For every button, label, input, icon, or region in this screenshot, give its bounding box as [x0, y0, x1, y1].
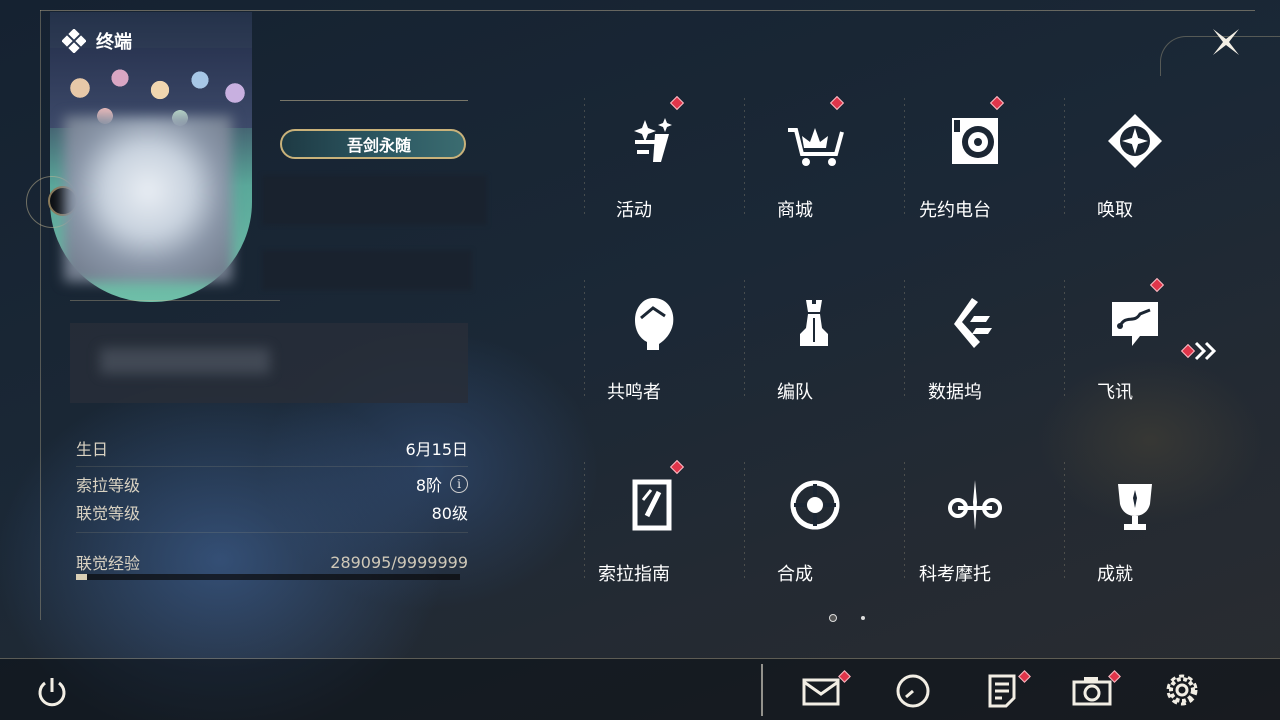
frame-left-line: [40, 10, 41, 620]
clock-button[interactable]: [893, 670, 933, 710]
power-icon[interactable]: [34, 674, 70, 710]
stat-divider: [76, 532, 468, 533]
settings-button[interactable]: [1162, 670, 1202, 710]
menu-item-activity[interactable]: 活动: [585, 94, 745, 244]
camera-icon: [1072, 677, 1112, 706]
notes-button[interactable]: [982, 670, 1031, 710]
menu-label: 数据坞: [928, 382, 982, 403]
frame-bottom-line: [0, 658, 1280, 659]
notification-badge: [669, 95, 685, 111]
stat-label: 生日: [76, 440, 109, 459]
stat-value: 8阶 i: [416, 472, 468, 496]
union-level-value: 80级: [431, 504, 468, 523]
clock-icon: [896, 674, 930, 708]
menu-label: 先约电台: [919, 200, 991, 221]
stat-birthday: 生日 6月15日: [76, 436, 468, 460]
menu-label: 商城: [777, 200, 813, 221]
menu-label: 编队: [777, 382, 813, 403]
menu-item-summon[interactable]: 唤取: [1066, 94, 1226, 244]
notes-icon: [988, 674, 1016, 708]
page-indicator-active[interactable]: [829, 614, 837, 622]
double-chevron-right-icon: [1194, 341, 1217, 361]
data-bank-icon: [954, 298, 992, 348]
signature-redacted: [100, 348, 270, 374]
menu-item-shop[interactable]: 商城: [746, 94, 906, 244]
birthday-value: 6月15日: [405, 440, 468, 459]
menu-item-databank[interactable]: 数据坞: [906, 276, 1066, 426]
menu-label: 活动: [616, 200, 652, 221]
menu-label: 合成: [777, 564, 813, 585]
page-indicator[interactable]: [861, 616, 865, 620]
union-exp-value: 289095/9999999: [330, 552, 468, 572]
bottom-separator: [761, 664, 763, 716]
menu-item-guide[interactable]: 索拉指南: [585, 458, 745, 608]
terminal-header: 终端: [62, 28, 132, 54]
frame-top-line: [40, 10, 1255, 11]
stat-value: 6月15日: [405, 436, 468, 460]
resonator-icon: [635, 298, 674, 350]
guide-book-icon: [632, 479, 672, 531]
player-name-redacted: [262, 175, 487, 225]
summon-compass-icon: [1108, 114, 1162, 168]
profile-divider: [70, 300, 280, 301]
notification-badge: [669, 459, 685, 475]
menu-label: 唤取: [1097, 200, 1133, 221]
team-chess-icon: [800, 300, 828, 346]
menu-item-radio[interactable]: 先约电台: [906, 94, 1066, 244]
stat-union-exp: 联觉经验 289095/9999999: [76, 550, 468, 574]
stat-value: 80级: [432, 500, 468, 524]
title-badge[interactable]: 吾剑永随: [280, 129, 466, 159]
menu-item-resonators[interactable]: 共鸣者: [585, 276, 745, 426]
notification-badge: [1149, 277, 1165, 293]
trophy-icon: [1118, 484, 1152, 530]
mail-icon: [802, 678, 840, 706]
name-divider: [280, 100, 468, 101]
notification-badge: [989, 95, 1005, 111]
message-chat-icon: [1112, 302, 1158, 346]
terminal-icon: [62, 29, 86, 53]
close-x-icon: [1213, 29, 1239, 55]
notification-badge: [1180, 343, 1196, 359]
settings-gear-icon: [1166, 674, 1198, 706]
stat-divider: [76, 466, 468, 467]
menu-item-achievements[interactable]: 成就: [1066, 458, 1226, 608]
menu-item-synthesis[interactable]: 合成: [746, 458, 906, 608]
exp-progress-fill: [76, 574, 88, 580]
menu-label: 科考摩托: [919, 564, 991, 585]
stat-label: 联觉经验: [76, 554, 141, 573]
exp-progress-bar: [76, 574, 460, 580]
avatar[interactable]: [64, 116, 232, 282]
activity-icon: [634, 118, 672, 162]
menu-item-team[interactable]: 编队: [746, 276, 906, 426]
notification-badge: [829, 95, 845, 111]
stat-label: 索拉等级: [76, 476, 141, 495]
stat-value: 289095/9999999: [330, 553, 468, 572]
sol-rank-value: 8阶: [415, 476, 442, 495]
menu-label: 索拉指南: [598, 564, 670, 585]
player-uid-redacted: [262, 250, 472, 290]
menu-label: 飞讯: [1097, 382, 1133, 403]
menu-item-motorcycle[interactable]: 科考摩托: [906, 458, 1066, 608]
menu-label: 成就: [1097, 564, 1133, 585]
motorcycle-icon: [948, 480, 1002, 530]
signature-box[interactable]: [70, 323, 468, 403]
synthesis-icon: [790, 480, 840, 530]
info-icon[interactable]: i: [450, 475, 468, 493]
stat-union-level: 联觉等级 80级: [76, 500, 468, 524]
next-page-button[interactable]: [1180, 340, 1220, 362]
radio-icon: [952, 118, 998, 164]
title-badge-text: 吾剑永随: [346, 136, 411, 155]
menu-label: 共鸣者: [607, 382, 661, 403]
shop-cart-icon: [788, 128, 844, 166]
terminal-title: 终端: [96, 32, 132, 53]
mail-button[interactable]: [802, 670, 851, 710]
stat-sol-rank: 索拉等级 8阶 i: [76, 472, 468, 496]
close-button[interactable]: [1208, 24, 1244, 60]
stat-label: 联觉等级: [76, 504, 141, 523]
camera-button[interactable]: [1072, 670, 1121, 710]
